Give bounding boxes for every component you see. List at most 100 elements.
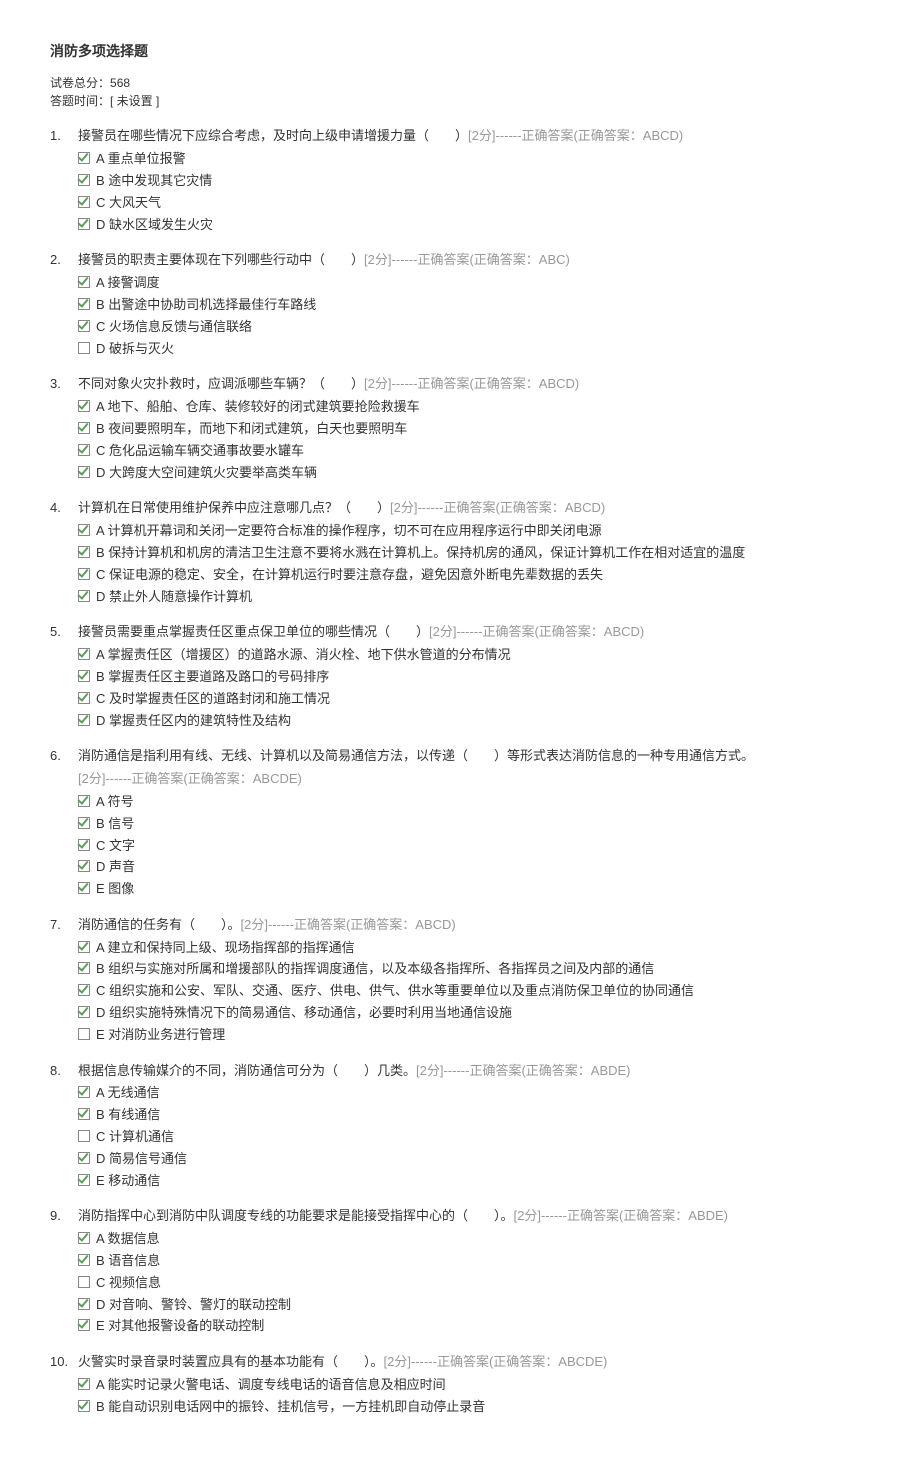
option-checkbox[interactable] — [78, 1232, 90, 1244]
option-label: B 夜间要照明车，而地下和闭式建筑，白天也要照明车 — [96, 419, 870, 440]
option-checkbox[interactable] — [78, 400, 90, 412]
option: B 语音信息 — [78, 1251, 870, 1272]
option: E 移动通信 — [78, 1171, 870, 1192]
score-answer: [2分]------正确答案(正确答案：ABCD) — [390, 500, 605, 515]
option-checkbox[interactable] — [78, 174, 90, 186]
question-text-line: 消防通信的任务有（ ）。[2分]------正确答案(正确答案：ABCD) — [78, 915, 870, 936]
option-label: D 掌握责任区内的建筑特性及结构 — [96, 711, 870, 732]
option-checkbox[interactable] — [78, 817, 90, 829]
option-checkbox[interactable] — [78, 860, 90, 872]
option: B 保持计算机和机房的清洁卫生注意不要将水溅在计算机上。保持机房的通风，保证计算… — [78, 543, 870, 564]
time-value: [ 未设置 ] — [110, 94, 159, 108]
option: A 符号 — [78, 792, 870, 813]
option-label: E 移动通信 — [96, 1171, 870, 1192]
option-checkbox[interactable] — [78, 692, 90, 704]
option-checkbox[interactable] — [78, 1254, 90, 1266]
score-answer: [2分]------正确答案(正确答案：ABCD) — [429, 624, 644, 639]
question-number: 8. — [50, 1061, 78, 1082]
total-label: 试卷总分： — [50, 76, 110, 90]
option: C 保证电源的稳定、安全，在计算机运行时要注意存盘，避免因意外断电先辈数据的丢失 — [78, 565, 870, 586]
option-checkbox[interactable] — [78, 984, 90, 996]
option-checkbox[interactable] — [78, 568, 90, 580]
option-checkbox[interactable] — [78, 1086, 90, 1098]
option-label: C 视频信息 — [96, 1273, 870, 1294]
question-number: 10. — [50, 1352, 78, 1373]
option-checkbox[interactable] — [78, 670, 90, 682]
option-checkbox[interactable] — [78, 342, 90, 354]
option: D 声音 — [78, 857, 870, 878]
question: 7.消防通信的任务有（ ）。[2分]------正确答案(正确答案：ABCD)A… — [50, 915, 870, 1047]
option-checkbox[interactable] — [78, 1174, 90, 1186]
option-label: E 对消防业务进行管理 — [96, 1025, 870, 1046]
score-answer: [2分]------正确答案(正确答案：ABCD) — [468, 128, 683, 143]
option-checkbox[interactable] — [78, 1152, 90, 1164]
exam-meta: 试卷总分：568 答题时间：[ 未设置 ] — [50, 74, 870, 110]
option-label: A 数据信息 — [96, 1229, 870, 1250]
question: 9.消防指挥中心到消防中队调度专线的功能要求是能接受指挥中心的（ ）。[2分]-… — [50, 1206, 870, 1338]
option: A 数据信息 — [78, 1229, 870, 1250]
option-checkbox[interactable] — [78, 590, 90, 602]
question-text: 接警员的职责主要体现在下列哪些行动中（ ） — [78, 252, 364, 267]
option-label: C 保证电源的稳定、安全，在计算机运行时要注意存盘，避免因意外断电先辈数据的丢失 — [96, 565, 870, 586]
option: A 计算机开幕词和关闭一定要符合标准的操作程序，切不可在应用程序运行中即关闭电源 — [78, 521, 870, 542]
question: 5.接警员需要重点掌握责任区重点保卫单位的哪些情况（ ）[2分]------正确… — [50, 622, 870, 732]
option-checkbox[interactable] — [78, 1006, 90, 1018]
question-text-line: 计算机在日常使用维护保养中应注意哪几点？（ ）[2分]------正确答案(正确… — [78, 498, 870, 519]
option-label: B 能自动识别电话网中的振铃、挂机信号，一方挂机即自动停止录音 — [96, 1397, 870, 1418]
option-checkbox[interactable] — [78, 524, 90, 536]
option-checkbox[interactable] — [78, 1378, 90, 1390]
option-checkbox[interactable] — [78, 1319, 90, 1331]
option-label: A 地下、船舶、仓库、装修较好的闭式建筑要抢险救援车 — [96, 397, 870, 418]
option-checkbox[interactable] — [78, 839, 90, 851]
option-label: D 声音 — [96, 857, 870, 878]
option-checkbox[interactable] — [78, 466, 90, 478]
option: A 接警调度 — [78, 273, 870, 294]
option-checkbox[interactable] — [78, 1028, 90, 1040]
option-checkbox[interactable] — [78, 1400, 90, 1412]
option: D 简易信号通信 — [78, 1149, 870, 1170]
option-label: B 组织与实施对所属和增援部队的指挥调度通信，以及本级各指挥所、各指挥员之间及内… — [96, 959, 870, 980]
question-text-line: 接警员需要重点掌握责任区重点保卫单位的哪些情况（ ）[2分]------正确答案… — [78, 622, 870, 643]
option-checkbox[interactable] — [78, 444, 90, 456]
question-text-line: 接警员在哪些情况下应综合考虑，及时向上级申请增援力量（ ）[2分]------正… — [78, 126, 870, 147]
option-checkbox[interactable] — [78, 276, 90, 288]
option-label: B 信号 — [96, 814, 870, 835]
option-checkbox[interactable] — [78, 196, 90, 208]
option-label: D 禁止外人随意操作计算机 — [96, 587, 870, 608]
option: E 对其他报警设备的联动控制 — [78, 1316, 870, 1337]
option-label: C 及时掌握责任区的道路封闭和施工情况 — [96, 689, 870, 710]
option-checkbox[interactable] — [78, 218, 90, 230]
option: B 出警途中协助司机选择最佳行车路线 — [78, 295, 870, 316]
option-checkbox[interactable] — [78, 882, 90, 894]
question-text: 消防通信是指利用有线、无线、计算机以及简易通信方法，以传递（ ）等形式表达消防信… — [78, 748, 754, 763]
option-checkbox[interactable] — [78, 1298, 90, 1310]
option-checkbox[interactable] — [78, 795, 90, 807]
option-label: A 符号 — [96, 792, 870, 813]
option-label: B 出警途中协助司机选择最佳行车路线 — [96, 295, 870, 316]
option-checkbox[interactable] — [78, 714, 90, 726]
option-checkbox[interactable] — [78, 1108, 90, 1120]
question-number: 6. — [50, 746, 78, 767]
option-checkbox[interactable] — [78, 962, 90, 974]
score-answer: [2分]------正确答案(正确答案：ABCDE) — [78, 769, 870, 790]
option-checkbox[interactable] — [78, 422, 90, 434]
question-text: 计算机在日常使用维护保养中应注意哪几点？（ ） — [78, 500, 390, 515]
option-checkbox[interactable] — [78, 298, 90, 310]
option-checkbox[interactable] — [78, 648, 90, 660]
option-label: C 文字 — [96, 836, 870, 857]
option: D 对音响、警铃、警灯的联动控制 — [78, 1295, 870, 1316]
option-checkbox[interactable] — [78, 941, 90, 953]
question-text-line: 消防通信是指利用有线、无线、计算机以及简易通信方法，以传递（ ）等形式表达消防信… — [78, 746, 870, 767]
option-label: A 计算机开幕词和关闭一定要符合标准的操作程序，切不可在应用程序运行中即关闭电源 — [96, 521, 870, 542]
question-text-line: 不同对象火灾扑救时，应调派哪些车辆？（ ）[2分]------正确答案(正确答案… — [78, 374, 870, 395]
score-answer: [2分]------正确答案(正确答案：ABDE) — [514, 1208, 729, 1223]
option-checkbox[interactable] — [78, 546, 90, 558]
option-checkbox[interactable] — [78, 320, 90, 332]
option-checkbox[interactable] — [78, 1276, 90, 1288]
option-checkbox[interactable] — [78, 152, 90, 164]
option-label: D 组织实施特殊情况下的简易通信、移动通信，必要时利用当地通信设施 — [96, 1003, 870, 1024]
option-label: D 对音响、警铃、警灯的联动控制 — [96, 1295, 870, 1316]
option: C 危化品运输车辆交通事故要水罐车 — [78, 441, 870, 462]
option-checkbox[interactable] — [78, 1130, 90, 1142]
option: B 信号 — [78, 814, 870, 835]
